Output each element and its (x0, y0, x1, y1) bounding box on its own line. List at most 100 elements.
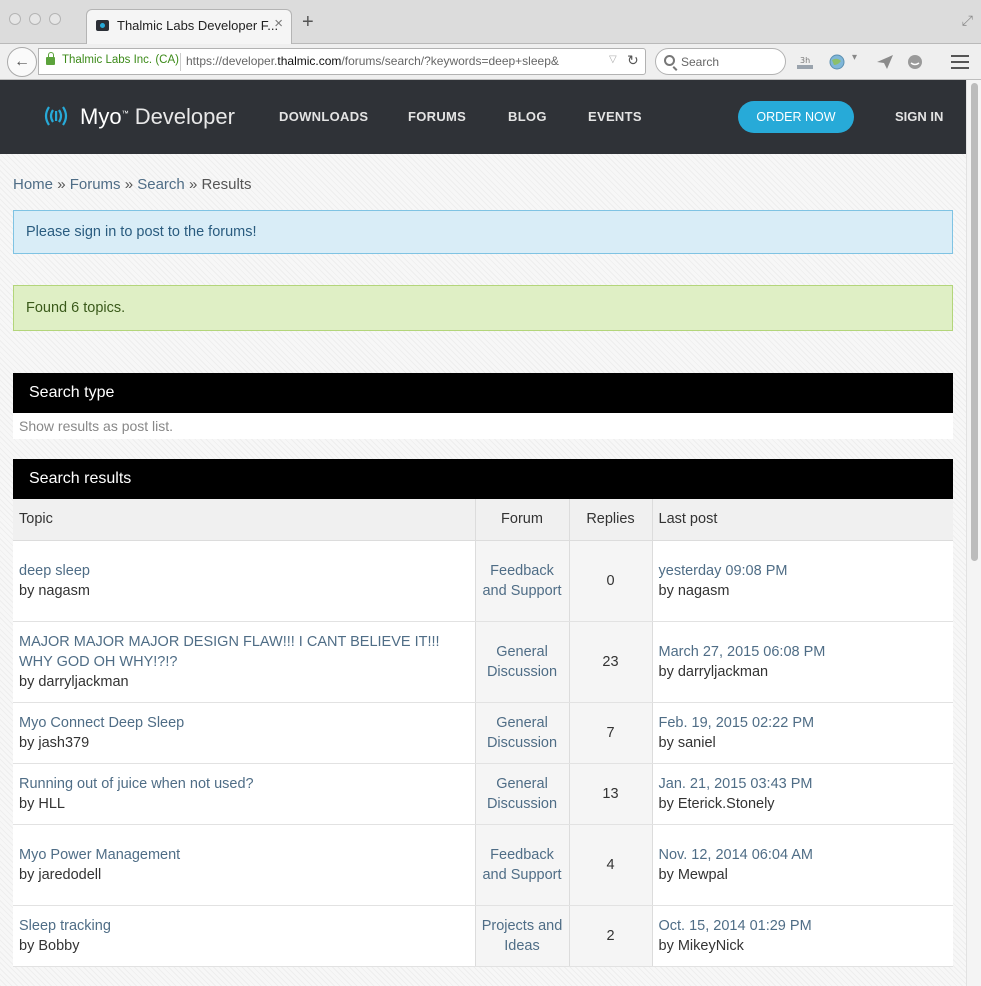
forum-link[interactable]: General Discussion (475, 621, 570, 703)
topic-author: by jaredodell (19, 866, 102, 883)
results-count-alert: Found 6 topics. (13, 285, 953, 331)
new-tab-icon[interactable]: + (302, 12, 314, 32)
globe-dropdown-icon[interactable]: ▾ (852, 52, 857, 63)
last-post-cell: Nov. 12, 2014 06:04 AM by Mewpal (652, 824, 953, 906)
minimize-window-button[interactable] (29, 13, 41, 25)
topic-link[interactable]: Myo Power Management (19, 847, 180, 863)
last-post-author: by Mewpal (658, 866, 728, 883)
topic-author: by nagasm (19, 582, 90, 599)
url-text[interactable]: https://developer.thalmic.com/forums/sea… (186, 54, 601, 68)
forum-link[interactable]: General Discussion (475, 702, 570, 764)
breadcrumb-forums[interactable]: Forums (70, 176, 121, 193)
table-row: deep sleep by nagasm Feedback and Support… (13, 540, 953, 622)
topic-cell: Myo Connect Deep Sleep by jash379 (13, 702, 476, 764)
topic-link[interactable]: Myo Connect Deep Sleep (19, 715, 184, 731)
topic-author: by jash379 (19, 734, 90, 751)
topic-cell: Sleep tracking by Bobby (13, 905, 476, 967)
forum-link[interactable]: Feedback and Support (475, 540, 570, 622)
browser-titlebar: Thalmic Labs Developer F... × + ⤢ (0, 0, 981, 44)
url-divider (180, 53, 181, 71)
table-row: MAJOR MAJOR MAJOR DESIGN FLAW!!! I CANT … (13, 621, 953, 703)
breadcrumb-separator: » (57, 176, 66, 193)
results-count-text: Found 6 topics. (26, 300, 126, 316)
myo-logo-icon[interactable] (40, 100, 72, 132)
reload-icon[interactable]: ↻ (627, 52, 639, 69)
topic-link[interactable]: MAJOR MAJOR MAJOR DESIGN FLAW!!! I CANT … (19, 634, 440, 670)
search-icon (664, 55, 675, 66)
last-post-link[interactable]: Oct. 15, 2014 01:29 PM (659, 918, 812, 934)
url-dropdown-icon[interactable]: ▽ (609, 54, 617, 65)
last-post-author: by saniel (658, 734, 716, 751)
close-window-button[interactable] (9, 13, 21, 25)
topic-author: by Bobby (19, 937, 80, 954)
column-header-forum: Forum (475, 499, 570, 541)
nav-blog[interactable]: BLOG (508, 109, 547, 124)
forum-link[interactable]: General Discussion (475, 763, 570, 825)
url-bar[interactable]: Thalmic Labs Inc. (CA) https://developer… (38, 48, 646, 75)
search-placeholder: Search (681, 55, 720, 69)
topic-link[interactable]: deep sleep (19, 563, 90, 579)
last-post-cell: Feb. 19, 2015 02:22 PM by saniel (652, 702, 953, 764)
search-type-title: Search type (29, 384, 115, 401)
vertical-scrollbar[interactable] (966, 80, 981, 986)
last-post-link[interactable]: yesterday 09:08 PM (659, 563, 788, 579)
topic-cell: Running out of juice when not used? by HL… (13, 763, 476, 825)
history-icon[interactable]: 3h (796, 54, 814, 70)
reply-count: 4 (569, 824, 653, 906)
reply-count: 0 (569, 540, 653, 622)
breadcrumb-home[interactable]: Home (13, 176, 53, 193)
chat-icon[interactable] (906, 54, 924, 70)
last-post-author: by darryljackman (658, 663, 769, 680)
topic-cell: Myo Power Management by jaredodell (13, 824, 476, 906)
close-tab-icon[interactable]: × (274, 15, 283, 32)
last-post-cell: March 27, 2015 06:08 PM by darryljackman (652, 621, 953, 703)
back-button[interactable]: ← (7, 47, 37, 77)
browser-tab[interactable]: Thalmic Labs Developer F... × (86, 9, 292, 44)
site-logo[interactable]: Myo™ Developer (80, 104, 235, 130)
globe-icon[interactable] (828, 54, 846, 70)
table-row: Myo Connect Deep Sleep by jash379 General… (13, 702, 953, 764)
topic-cell: deep sleep by nagasm (13, 540, 476, 622)
last-post-link[interactable]: March 27, 2015 06:08 PM (659, 644, 826, 660)
table-row: Myo Power Management by jaredodell Feedba… (13, 824, 953, 906)
nav-events[interactable]: EVENTS (588, 109, 642, 124)
table-row: Sleep tracking by Bobby Projects and Idea… (13, 905, 953, 967)
last-post-author: by MikeyNick (658, 937, 744, 954)
last-post-link[interactable]: Jan. 21, 2015 03:43 PM (659, 776, 813, 792)
order-now-button[interactable]: ORDER NOW (738, 101, 854, 133)
search-type-body: Show results as post list. (13, 413, 953, 439)
site-identity[interactable]: Thalmic Labs Inc. (CA) (62, 54, 179, 66)
site-header: Myo™ Developer DOWNLOADS FORUMS BLOG EVE… (0, 80, 966, 154)
topic-link[interactable]: Sleep tracking (19, 918, 111, 934)
search-results-header: Search results (13, 459, 953, 499)
fullscreen-icon[interactable]: ⤢ (962, 12, 973, 29)
send-icon[interactable] (876, 54, 894, 70)
column-header-topic: Topic (13, 499, 476, 541)
sign-in-alert-text: Please sign in to post to the forums! (26, 224, 257, 240)
page-content: Myo™ Developer DOWNLOADS FORUMS BLOG EVE… (0, 80, 966, 986)
last-post-link[interactable]: Nov. 12, 2014 06:04 AM (659, 847, 814, 863)
breadcrumb-search[interactable]: Search (137, 176, 185, 193)
sign-in-link[interactable]: SIGN IN (895, 109, 943, 124)
nav-forums[interactable]: FORUMS (408, 109, 466, 124)
post-list-option[interactable]: Show results as post list. (19, 418, 173, 434)
search-results-title: Search results (29, 470, 132, 487)
column-header-last-post: Last post (652, 499, 953, 541)
forum-link[interactable]: Feedback and Support (475, 824, 570, 906)
lock-icon (46, 52, 55, 65)
breadcrumb-separator: » (124, 176, 134, 193)
results-table: Topic Forum Replies Last post deep sleep… (13, 499, 953, 967)
last-post-link[interactable]: Feb. 19, 2015 02:22 PM (659, 715, 815, 731)
last-post-cell: Jan. 21, 2015 03:43 PM by Eterick.Stonely (652, 763, 953, 825)
zoom-window-button[interactable] (49, 13, 61, 25)
last-post-cell: yesterday 09:08 PM by nagasm (652, 540, 953, 622)
browser-search-input[interactable]: Search (655, 48, 786, 75)
table-row: Running out of juice when not used? by HL… (13, 763, 953, 825)
nav-downloads[interactable]: DOWNLOADS (279, 109, 368, 124)
topic-cell: MAJOR MAJOR MAJOR DESIGN FLAW!!! I CANT … (13, 621, 476, 703)
reply-count: 13 (569, 763, 653, 825)
scrollbar-thumb[interactable] (971, 83, 978, 561)
forum-link[interactable]: Projects and Ideas (475, 905, 570, 967)
topic-link[interactable]: Running out of juice when not used? (19, 776, 254, 792)
menu-icon[interactable] (951, 55, 969, 69)
